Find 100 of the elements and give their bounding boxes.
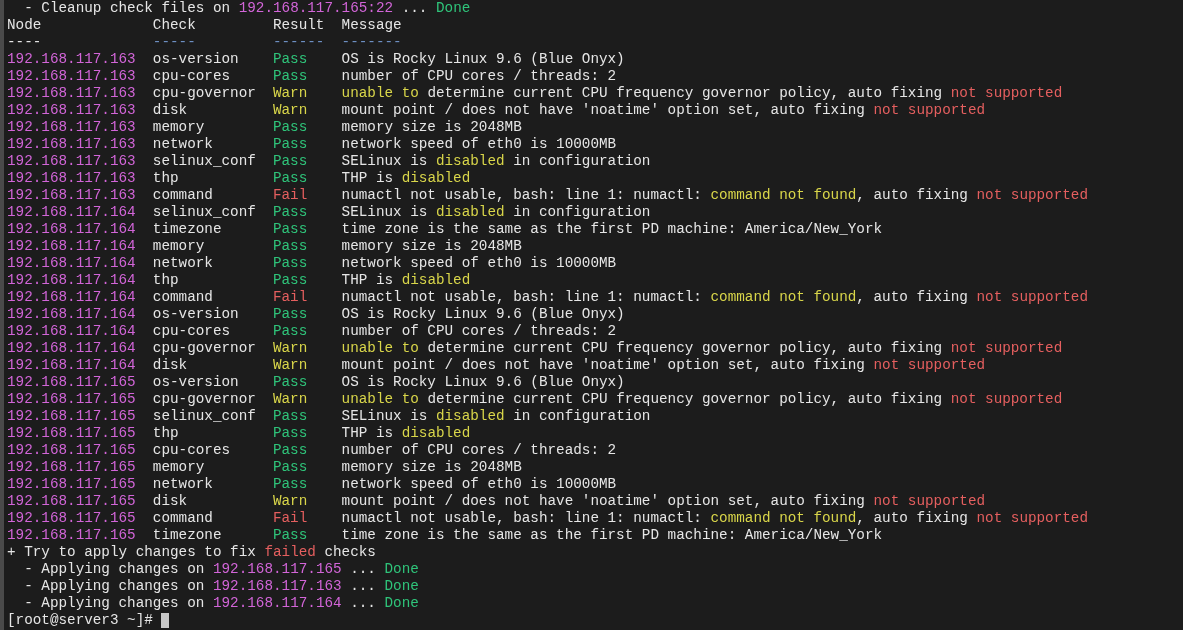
check-name: cpu-governor — [152, 340, 256, 357]
message-text: memory size is 2048MB — [341, 459, 522, 476]
node-address: 192.168.117.164 — [7, 323, 136, 340]
node-address: 192.168.117.164 — [7, 357, 136, 374]
column-header: Check — [152, 17, 196, 34]
message-text: number of CPU cores / threads: 2 — [341, 68, 617, 85]
result-status: Pass — [272, 272, 308, 289]
check-name: os-version — [152, 51, 239, 68]
node-address: 192.168.117.164 — [7, 238, 136, 255]
node-address: 192.168.117.163 — [7, 153, 136, 170]
message-text: mount point / does not have 'noatime' option set, auto fixing not supported — [341, 357, 986, 374]
message-text: unable to determine current CPU frequency governor policy, auto fixing not supported — [341, 391, 1063, 408]
result-status: Pass — [272, 170, 308, 187]
node-address: 192.168.117.165 — [7, 476, 136, 493]
message-text: mount point / does not have 'noatime' option set, auto fixing not supported — [341, 102, 986, 119]
node-address: 192.168.117.165 — [7, 459, 136, 476]
check-name: thp — [152, 272, 179, 289]
node-address: 192.168.117.164 — [7, 204, 136, 221]
result-status: Pass — [272, 459, 308, 476]
result-status: Pass — [272, 527, 308, 544]
message-text: time zone is the same as the first PD machine: America/New_York — [341, 527, 883, 544]
shell-prompt: [root@server3 ~]# — [7, 612, 153, 629]
message-text: memory size is 2048MB — [341, 119, 522, 136]
node-address: 192.168.117.163 — [7, 68, 136, 85]
result-status: Pass — [272, 306, 308, 323]
message-text: number of CPU cores / threads: 2 — [341, 442, 617, 459]
message-text: network speed of eth0 is 10000MB — [341, 136, 617, 153]
result-status: Fail — [272, 510, 308, 527]
result-status: Pass — [272, 255, 308, 272]
message-text: numactl not usable, bash: line 1: numactl: command not found, auto fixing not supported — [341, 187, 1089, 204]
message-text: unable to determine current CPU frequency governor policy, auto fixing not supported — [341, 340, 1063, 357]
terminal-line: - Applying changes on 192.168.117.163 ... Done — [23, 578, 419, 595]
message-text: memory size is 2048MB — [341, 238, 522, 255]
node-address: 192.168.117.163 — [7, 187, 136, 204]
check-name: cpu-governor — [152, 85, 256, 102]
message-text: mount point / does not have 'noatime' option set, auto fixing not supported — [341, 493, 986, 510]
result-status: Pass — [272, 374, 308, 391]
check-name: cpu-cores — [152, 323, 231, 340]
header-rule: ------- — [341, 34, 402, 51]
header-rule: ------ — [272, 34, 325, 51]
result-status: Pass — [272, 425, 308, 442]
message-text: network speed of eth0 is 10000MB — [341, 255, 617, 272]
result-status: Pass — [272, 323, 308, 340]
node-address: 192.168.117.165 — [7, 408, 136, 425]
result-status: Fail — [272, 187, 308, 204]
result-status: Pass — [272, 221, 308, 238]
node-address: 192.168.117.163 — [7, 51, 136, 68]
result-status: Pass — [272, 153, 308, 170]
column-header: Result — [272, 17, 325, 34]
message-text: number of CPU cores / threads: 2 — [341, 323, 617, 340]
result-status: Pass — [272, 51, 308, 68]
check-name: disk — [152, 102, 188, 119]
message-text: THP is disabled — [341, 170, 471, 187]
result-status: Pass — [272, 136, 308, 153]
result-status: Warn — [272, 340, 308, 357]
check-name: disk — [152, 493, 188, 510]
message-text: SELinux is disabled in configuration — [341, 153, 651, 170]
column-header: Message — [341, 17, 402, 34]
message-text: network speed of eth0 is 10000MB — [341, 476, 617, 493]
node-address: 192.168.117.163 — [7, 102, 136, 119]
check-name: selinux_conf — [152, 204, 256, 221]
result-status: Pass — [272, 408, 308, 425]
column-header: Node — [7, 17, 42, 34]
check-name: timezone — [152, 527, 222, 544]
header-rule: ---- — [7, 34, 42, 51]
message-text: SELinux is disabled in configuration — [341, 204, 651, 221]
node-address: 192.168.117.164 — [7, 255, 136, 272]
check-name: thp — [152, 170, 179, 187]
node-address: 192.168.117.164 — [7, 272, 136, 289]
check-name: memory — [152, 459, 205, 476]
message-text: unable to determine current CPU frequency governor policy, auto fixing not supported — [341, 85, 1063, 102]
node-address: 192.168.117.165 — [7, 442, 136, 459]
result-status: Pass — [272, 68, 308, 85]
terminal-line: + Try to apply changes to fix failed checks — [7, 544, 376, 561]
check-name: os-version — [152, 374, 239, 391]
node-address: 192.168.117.163 — [7, 85, 136, 102]
terminal-line: - Applying changes on 192.168.117.164 ... Done — [23, 595, 419, 612]
result-status: Pass — [272, 238, 308, 255]
terminal-line: - Applying changes on 192.168.117.165 ... Done — [23, 561, 419, 578]
result-status: Warn — [272, 85, 308, 102]
check-name: command — [152, 510, 213, 527]
message-text: numactl not usable, bash: line 1: numactl: command not found, auto fixing not supported — [341, 289, 1089, 306]
node-address: 192.168.117.164 — [7, 221, 136, 238]
check-name: disk — [152, 357, 188, 374]
result-status: Pass — [272, 204, 308, 221]
check-name: selinux_conf — [152, 408, 256, 425]
result-status: Warn — [272, 493, 308, 510]
result-status: Pass — [272, 442, 308, 459]
check-name: memory — [152, 238, 205, 255]
node-address: 192.168.117.164 — [7, 306, 136, 323]
message-text: OS is Rocky Linux 9.6 (Blue Onyx) — [341, 306, 625, 323]
result-status: Warn — [272, 102, 308, 119]
result-status: Warn — [272, 391, 308, 408]
message-text: THP is disabled — [341, 425, 471, 442]
check-name: cpu-cores — [152, 68, 231, 85]
check-name: selinux_conf — [152, 153, 256, 170]
node-address: 192.168.117.165 — [7, 374, 136, 391]
header-rule: ----- — [152, 34, 196, 51]
node-address: 192.168.117.165 — [7, 510, 136, 527]
check-name: cpu-cores — [152, 442, 231, 459]
